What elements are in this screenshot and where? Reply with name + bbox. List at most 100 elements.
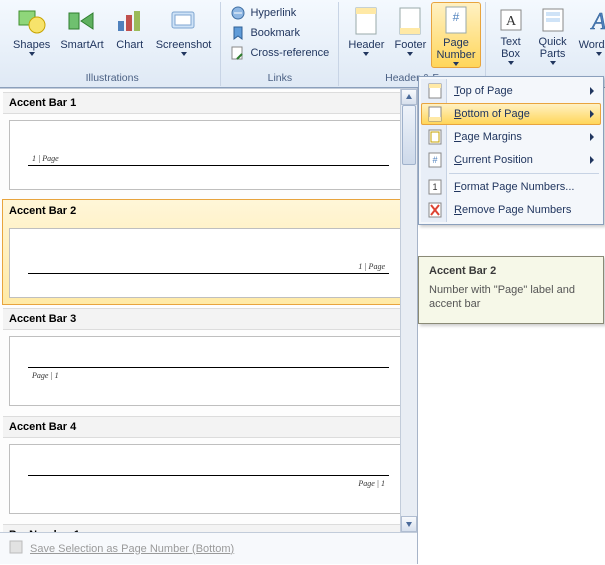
- chart-button[interactable]: Chart: [109, 2, 151, 68]
- shapes-icon: [16, 5, 48, 37]
- menu-remove-page-numbers[interactable]: Remove Page Numbers: [421, 199, 601, 221]
- menu-top-of-page[interactable]: Top of Page: [421, 80, 601, 102]
- scroll-up-button[interactable]: [401, 89, 417, 105]
- svg-text:#: #: [453, 10, 460, 24]
- gallery-item[interactable]: Accent Bar 1 1 | Page: [2, 91, 415, 197]
- quickparts-button[interactable]: Quick Parts: [532, 2, 574, 68]
- footer-label: Footer: [395, 39, 427, 51]
- shapes-label: Shapes: [13, 39, 50, 51]
- scroll-thumb[interactable]: [402, 105, 416, 165]
- bookmark-button[interactable]: Bookmark: [226, 24, 333, 42]
- footer-button[interactable]: Footer: [389, 2, 431, 68]
- textbox-icon: A: [495, 5, 527, 34]
- svg-text:A: A: [589, 9, 605, 35]
- wordart-label: WordArt: [579, 39, 605, 51]
- gallery-item[interactable]: Accent Bar 2 1 | Page: [2, 199, 415, 305]
- page-number-button[interactable]: # Page Number: [431, 2, 480, 68]
- screenshot-button[interactable]: Screenshot: [151, 2, 217, 68]
- menu-label: Top of Page: [454, 85, 513, 97]
- textbox-button[interactable]: A Text Box: [490, 2, 532, 68]
- header-label: Header: [348, 39, 384, 51]
- submenu-arrow-icon: [590, 156, 594, 164]
- svg-text:#: #: [432, 155, 437, 165]
- group-label-links: Links: [268, 72, 293, 86]
- preview-text: 1 | Page: [358, 262, 385, 271]
- svg-text:1: 1: [432, 182, 437, 192]
- group-label-illustrations: Illustrations: [86, 72, 139, 86]
- gallery-scrollbar[interactable]: [400, 89, 417, 532]
- smartart-label: SmartArt: [60, 39, 103, 51]
- tooltip-body: Number with "Page" label and accent bar: [429, 283, 593, 311]
- chevron-down-icon: [29, 52, 35, 56]
- menu-bottom-of-page[interactable]: Bottom of Page: [421, 103, 601, 125]
- crossref-button[interactable]: Cross-reference: [226, 44, 333, 62]
- crossref-label: Cross-reference: [250, 47, 329, 59]
- scroll-down-button[interactable]: [401, 516, 417, 532]
- textbox-label: Text Box: [500, 36, 520, 60]
- gallery-item[interactable]: Accent Bar 4 Page | 1: [2, 415, 415, 521]
- gallery-preview: 1 | Page: [9, 228, 408, 298]
- header-button[interactable]: Header: [343, 2, 389, 68]
- hyperlink-icon: [230, 5, 246, 21]
- smartart-button[interactable]: SmartArt: [55, 2, 108, 68]
- chevron-down-icon: [550, 61, 556, 65]
- bottom-of-page-icon: [426, 105, 444, 123]
- page-number-label: Page Number: [436, 37, 475, 61]
- gallery-item-title: Accent Bar 3: [3, 308, 414, 330]
- quickparts-icon: [537, 5, 569, 34]
- preview-text: Page | 1: [358, 479, 385, 488]
- shapes-button[interactable]: Shapes: [8, 2, 55, 68]
- menu-label: Page Margins: [454, 131, 522, 143]
- header-icon: [350, 5, 382, 37]
- preview-text: Page | 1: [32, 371, 59, 380]
- gallery-preview: Page | 1: [9, 444, 408, 514]
- page-margins-icon: [426, 128, 444, 146]
- menu-format-page-numbers[interactable]: 1 Format Page Numbers...: [421, 176, 601, 198]
- current-position-icon: #: [426, 151, 444, 169]
- screenshot-label: Screenshot: [156, 39, 212, 51]
- wordart-button[interactable]: A WordArt: [574, 2, 605, 68]
- gallery-list: Accent Bar 1 1 | Page Accent Bar 2 1 | P…: [0, 88, 417, 532]
- gallery-item-title: Accent Bar 4: [3, 416, 414, 438]
- chevron-down-icon: [508, 61, 514, 65]
- gallery-item[interactable]: Accent Bar 3 Page | 1: [2, 307, 415, 413]
- chevron-down-icon: [407, 52, 413, 56]
- gallery-preview: 1 | Page: [9, 120, 408, 190]
- format-page-numbers-icon: 1: [426, 178, 444, 196]
- wordart-icon: A: [583, 5, 605, 37]
- footer-icon: [394, 5, 426, 37]
- chevron-down-icon: [596, 52, 602, 56]
- hyperlink-label: Hyperlink: [250, 7, 296, 19]
- svg-text:A: A: [506, 14, 517, 29]
- page-number-gallery: Accent Bar 1 1 | Page Accent Bar 2 1 | P…: [0, 88, 418, 564]
- top-of-page-icon: [426, 82, 444, 100]
- menu-separator: [449, 173, 599, 174]
- page-number-menu: Top of Page Bottom of Page Page Margins …: [418, 76, 604, 225]
- save-selection-icon: [8, 539, 24, 558]
- screenshot-icon: [168, 5, 200, 37]
- save-selection-label: Save Selection as Page Number (Bottom): [30, 543, 234, 555]
- menu-current-position[interactable]: # Current Position: [421, 149, 601, 171]
- quickparts-label: Quick Parts: [539, 36, 567, 60]
- ribbon-group-illustrations: Shapes SmartArt Chart Screenshot: [4, 2, 221, 86]
- page-number-icon: #: [440, 5, 472, 35]
- gallery-item-title: Accent Bar 2: [3, 200, 414, 222]
- ribbon-group-headerfooter: Header Footer # Page Number Header & F: [339, 2, 485, 86]
- bookmark-icon: [230, 25, 246, 41]
- bookmark-label: Bookmark: [250, 27, 300, 39]
- ribbon: Shapes SmartArt Chart Screenshot: [0, 0, 605, 88]
- preview-text: 1 | Page: [32, 154, 59, 163]
- tooltip-title: Accent Bar 2: [429, 265, 593, 277]
- gallery-preview: Page | 1: [9, 336, 408, 406]
- menu-page-margins[interactable]: Page Margins: [421, 126, 601, 148]
- gallery-item[interactable]: Pg. Number 1: [2, 523, 415, 532]
- gallery-item-title: Pg. Number 1: [3, 524, 414, 532]
- menu-label: Remove Page Numbers: [454, 204, 571, 216]
- smartart-icon: [66, 5, 98, 37]
- submenu-arrow-icon: [590, 87, 594, 95]
- ribbon-group-links: Hyperlink Bookmark Cross-reference Links: [221, 2, 339, 86]
- hyperlink-button[interactable]: Hyperlink: [226, 4, 333, 22]
- menu-label: Format Page Numbers...: [454, 181, 574, 193]
- submenu-arrow-icon: [590, 133, 594, 141]
- tooltip: Accent Bar 2 Number with "Page" label an…: [418, 256, 604, 324]
